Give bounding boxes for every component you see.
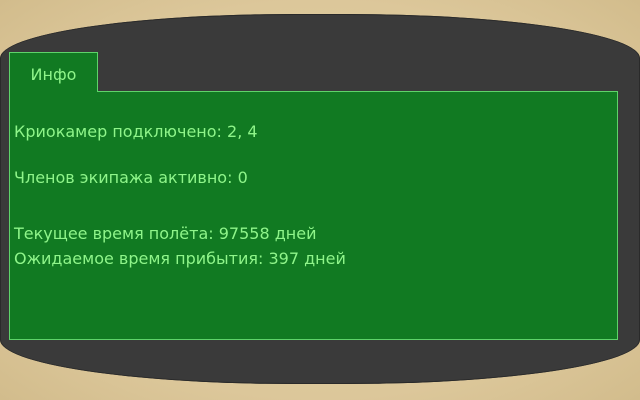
flight-time-status: Текущее время полёта: 97558 дней	[14, 224, 317, 243]
info-panel: Криокамер подключено: 2, 4 Членов экипаж…	[9, 91, 618, 340]
tab-info-label: Инфо	[30, 65, 77, 84]
terminal-window: Инфо Криокамер подключено: 2, 4 Членов э…	[9, 52, 618, 340]
arrival-time-status: Ожидаемое время прибытия: 397 дней	[14, 249, 346, 268]
crew-active-status: Членов экипажа активно: 0	[14, 168, 248, 187]
tab-join	[10, 90, 97, 93]
tab-info[interactable]: Инфо	[9, 52, 98, 92]
cryo-chambers-status: Криокамер подключено: 2, 4	[14, 122, 258, 141]
